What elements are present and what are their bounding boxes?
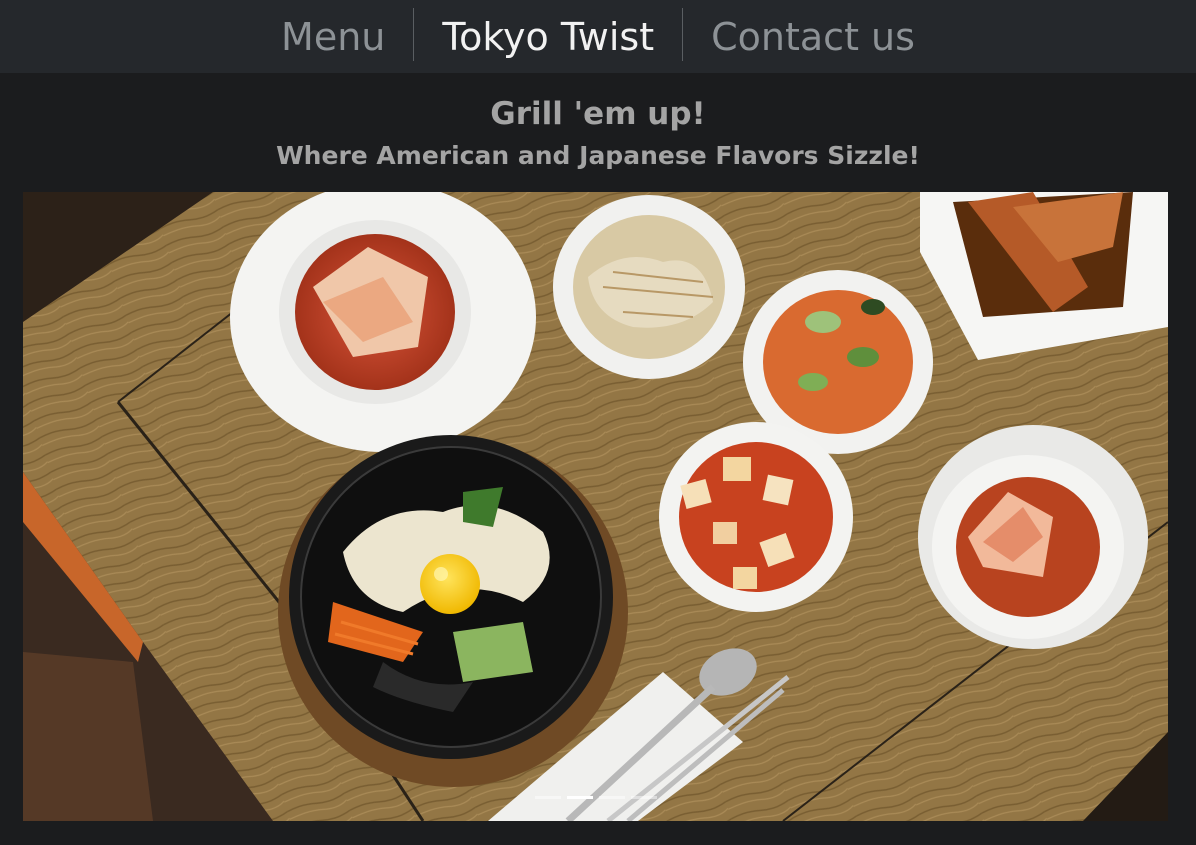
- nav-link-contact[interactable]: Contact us: [683, 0, 943, 73]
- nav-link-menu[interactable]: Menu: [253, 0, 413, 73]
- image-carousel[interactable]: [23, 192, 1168, 821]
- hero-heading: Grill 'em up! Where American and Japanes…: [0, 73, 1196, 171]
- hero-subtitle: Where American and Japanese Flavors Sizz…: [276, 141, 920, 170]
- nav-brand[interactable]: Tokyo Twist: [414, 0, 682, 73]
- top-navbar: Menu Tokyo Twist Contact us: [0, 0, 1196, 73]
- hero-title: Grill 'em up!: [490, 96, 706, 132]
- carousel-indicator-3[interactable]: [598, 796, 625, 799]
- carousel-slide-image: [23, 192, 1168, 821]
- carousel-indicator-1[interactable]: [534, 796, 561, 799]
- carousel-indicator-4[interactable]: [630, 796, 657, 799]
- carousel-indicator-2[interactable]: [566, 796, 593, 799]
- carousel-indicators: [23, 796, 1168, 799]
